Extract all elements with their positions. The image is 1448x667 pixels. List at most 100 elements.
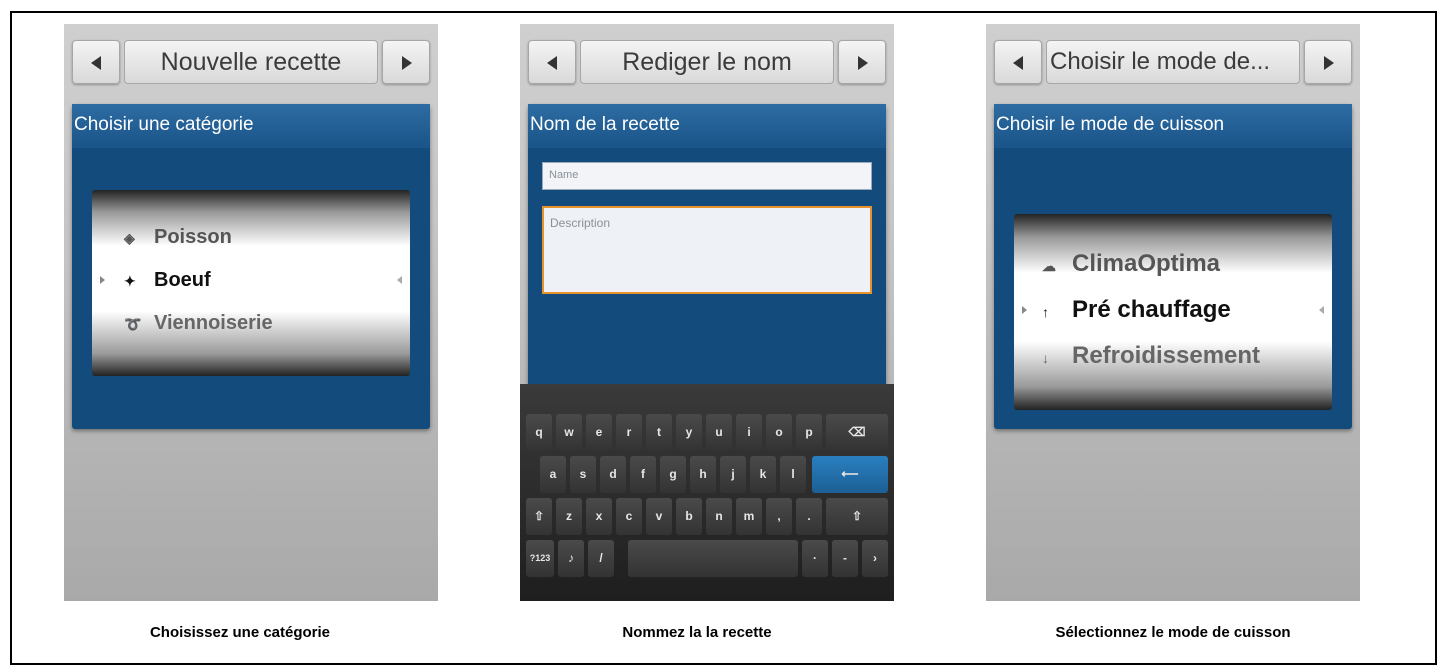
picker-item-pre-chauffage[interactable]: ↑ Pré chauffage bbox=[1042, 296, 1231, 324]
mic-key[interactable]: ♪ bbox=[558, 540, 584, 577]
key-d[interactable]: d bbox=[600, 456, 626, 493]
header: Nouvelle recette bbox=[64, 24, 438, 98]
thermometer-down-icon: ↓ bbox=[1042, 350, 1049, 366]
caption-category: Choisissez une catégorie bbox=[149, 624, 331, 641]
right-arrow-icon bbox=[402, 56, 412, 70]
key-h[interactable]: h bbox=[690, 456, 716, 493]
key-l[interactable]: l bbox=[780, 456, 806, 493]
shift-icon: ⇧ bbox=[533, 509, 545, 523]
left-arrow-icon bbox=[1013, 56, 1023, 70]
key-y[interactable]: y bbox=[676, 414, 702, 451]
picker-item-label: Refroidissement bbox=[1072, 342, 1261, 369]
backspace-key[interactable]: ⌫ bbox=[826, 414, 888, 451]
panel-title: Choisir une catégorie bbox=[72, 104, 430, 148]
next-button[interactable] bbox=[382, 40, 430, 84]
cooking-mode-panel: Choisir le mode de cuisson ☁ ClimaOptima … bbox=[994, 104, 1352, 429]
enter-key[interactable]: ⟵ bbox=[812, 456, 888, 493]
key-a[interactable]: a bbox=[540, 456, 566, 493]
slash-key[interactable]: / bbox=[588, 540, 614, 577]
key-g[interactable]: g bbox=[660, 456, 686, 493]
key-j[interactable]: j bbox=[720, 456, 746, 493]
next-arrow-icon: › bbox=[873, 551, 877, 565]
key-period[interactable]: . bbox=[796, 498, 822, 535]
key-m[interactable]: m bbox=[736, 498, 762, 535]
page-title: Choisir le mode de... bbox=[1050, 48, 1271, 75]
left-arrow-icon bbox=[547, 56, 557, 70]
screen-new-recipe: Nouvelle recette Choisir une catégorie ◈… bbox=[64, 24, 438, 601]
key-z[interactable]: z bbox=[556, 498, 582, 535]
key-x[interactable]: x bbox=[586, 498, 612, 535]
next-button[interactable] bbox=[1304, 40, 1352, 84]
left-arrow-icon bbox=[91, 56, 101, 70]
key-c[interactable]: c bbox=[616, 498, 642, 535]
key-u[interactable]: u bbox=[706, 414, 732, 451]
caption-name: Nommez la la recette bbox=[622, 624, 772, 641]
caption-cooking-mode: Sélectionnez le mode de cuisson bbox=[1055, 624, 1291, 641]
description-field[interactable]: Description bbox=[542, 206, 872, 294]
picker-item-boeuf[interactable]: ✦ Boeuf bbox=[124, 269, 211, 292]
panel-title: Choisir le mode de cuisson bbox=[994, 104, 1352, 148]
panel-title: Nom de la recette bbox=[528, 104, 886, 148]
croissant-icon: ➰ bbox=[124, 316, 142, 332]
backspace-icon: ⌫ bbox=[848, 425, 866, 439]
selection-left-marker-icon bbox=[100, 276, 105, 284]
shift-icon: ⇧ bbox=[851, 509, 863, 523]
key-p[interactable]: p bbox=[796, 414, 822, 451]
picker-item-label: Boeuf bbox=[154, 269, 211, 291]
space-key[interactable] bbox=[628, 540, 798, 577]
steam-icon: ☁ bbox=[1042, 258, 1056, 274]
page-title: Rediger le nom bbox=[622, 48, 792, 76]
key-q[interactable]: q bbox=[526, 414, 552, 451]
header: Rediger le nom bbox=[520, 24, 894, 98]
picker-item-label: Viennoiserie bbox=[154, 312, 273, 334]
key-s[interactable]: s bbox=[570, 456, 596, 493]
next-field-key[interactable]: › bbox=[862, 540, 888, 577]
screen-cooking-mode: Choisir le mode de... Choisir le mode de… bbox=[986, 24, 1360, 601]
key-v[interactable]: v bbox=[646, 498, 672, 535]
beef-icon: ✦ bbox=[124, 273, 136, 289]
enter-arrow-icon: ⟵ bbox=[841, 467, 859, 481]
picker-item-label: Pré chauffage bbox=[1072, 296, 1231, 323]
microphone-icon: ♪ bbox=[568, 551, 574, 565]
key-r[interactable]: r bbox=[616, 414, 642, 451]
key-o[interactable]: o bbox=[766, 414, 792, 451]
right-arrow-icon bbox=[858, 56, 868, 70]
fish-icon: ◈ bbox=[124, 230, 135, 246]
next-button[interactable] bbox=[838, 40, 886, 84]
key-k[interactable]: k bbox=[750, 456, 776, 493]
soft-keyboard: q w e r t y u i o p ⌫ a s d f g h j k l … bbox=[520, 384, 894, 601]
dash-key[interactable]: - bbox=[832, 540, 858, 577]
picker-item-refroidissement[interactable]: ↓ Refroidissement bbox=[1042, 342, 1260, 370]
dot-key[interactable]: · bbox=[802, 540, 828, 577]
header: Choisir le mode de... bbox=[986, 24, 1360, 98]
shift-key-left[interactable]: ⇧ bbox=[526, 498, 552, 535]
key-t[interactable]: t bbox=[646, 414, 672, 451]
prev-button[interactable] bbox=[994, 40, 1042, 84]
thermometer-up-icon: ↑ bbox=[1042, 304, 1049, 320]
key-e[interactable]: e bbox=[586, 414, 612, 451]
category-picker[interactable]: ◈ Poisson ✦ Boeuf ➰ Viennoiserie bbox=[92, 190, 410, 376]
key-f[interactable]: f bbox=[630, 456, 656, 493]
cooking-mode-picker[interactable]: ☁ ClimaOptima ↑ Pré chauffage ↓ Refroidisse… bbox=[1014, 214, 1332, 410]
prev-button[interactable] bbox=[528, 40, 576, 84]
picker-item-poisson[interactable]: ◈ Poisson bbox=[124, 226, 232, 249]
shift-key-right[interactable]: ⇧ bbox=[826, 498, 888, 535]
picker-item-viennoiserie[interactable]: ➰ Viennoiserie bbox=[124, 312, 273, 335]
prev-button[interactable] bbox=[72, 40, 120, 84]
picker-item-label: ClimaOptima bbox=[1072, 250, 1221, 277]
key-w[interactable]: w bbox=[556, 414, 582, 451]
picker-item-climaoptima[interactable]: ☁ ClimaOptima bbox=[1042, 250, 1220, 278]
key-b[interactable]: b bbox=[676, 498, 702, 535]
screen-recipe-name: Rediger le nom Nom de la recette Name De… bbox=[520, 24, 894, 601]
selection-left-marker-icon bbox=[1022, 306, 1027, 314]
symbols-key[interactable]: ?123 bbox=[526, 540, 554, 577]
selection-right-marker-icon bbox=[1319, 306, 1324, 314]
category-panel: Choisir une catégorie ◈ Poisson ✦ Boeuf ➰ V… bbox=[72, 104, 430, 429]
key-i[interactable]: i bbox=[736, 414, 762, 451]
key-comma[interactable]: , bbox=[766, 498, 792, 535]
selection-right-marker-icon bbox=[397, 276, 402, 284]
picker-item-label: Poisson bbox=[154, 226, 232, 248]
page-title: Nouvelle recette bbox=[160, 48, 342, 76]
key-n[interactable]: n bbox=[706, 498, 732, 535]
name-field[interactable]: Name bbox=[542, 162, 872, 190]
